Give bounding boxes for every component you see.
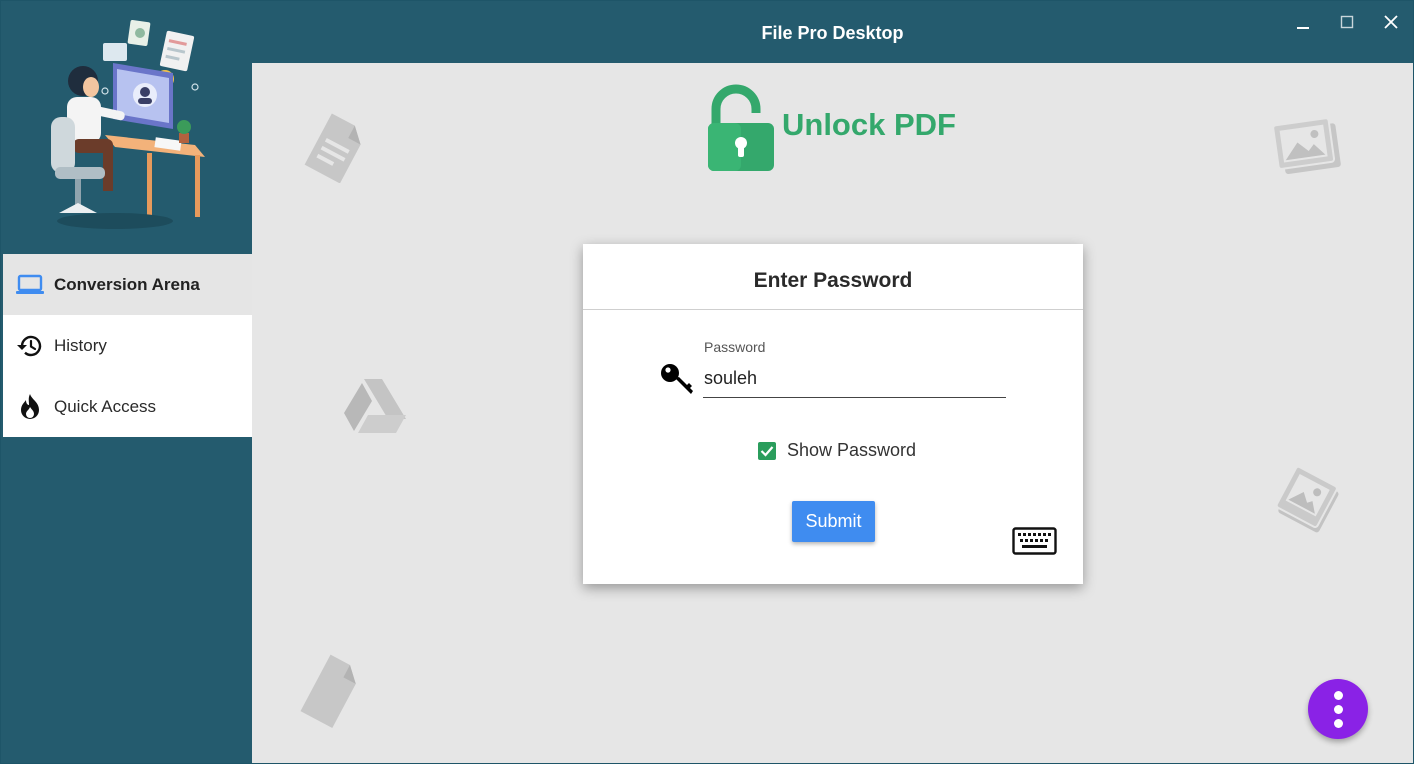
image-background-icon [1272, 117, 1341, 174]
maximize-icon [1340, 15, 1354, 29]
password-label: Password [704, 339, 766, 355]
close-icon [1384, 15, 1398, 29]
submit-button[interactable]: Submit [792, 501, 875, 542]
sidebar-item-label: History [54, 336, 107, 355]
keyboard-icon[interactable] [1012, 527, 1057, 555]
flame-icon [15, 393, 45, 421]
show-password-checkbox[interactable] [758, 441, 776, 460]
workspace-illustration [51, 19, 205, 229]
key-icon [661, 364, 693, 394]
sidebar: Conversion Arena History Quick Access [1, 1, 252, 763]
laptop-icon [15, 271, 45, 299]
page-heading: Unlock PDF [782, 107, 956, 142]
window-title: File Pro Desktop [761, 23, 904, 43]
main-content: Unlock PDF Enter Password Password Show … [252, 63, 1413, 763]
minimize-button[interactable] [1283, 7, 1323, 37]
more-vertical-icon [1333, 690, 1343, 700]
password-input[interactable] [703, 360, 1006, 398]
sidebar-item-label: Quick Access [54, 397, 157, 416]
app-window: Conversion Arena History Quick Access Fi… [0, 0, 1414, 764]
dialog-title: Enter Password [583, 244, 1083, 310]
sidebar-item-quick-access[interactable]: Quick Access [3, 376, 252, 437]
drive-background-icon [344, 379, 406, 433]
close-button[interactable] [1371, 7, 1411, 37]
show-password-toggle[interactable]: Show Password [758, 440, 916, 461]
unlock-padlock-icon [708, 84, 774, 171]
gallery-background-icon [1275, 465, 1339, 533]
document-background-icon [304, 113, 361, 183]
show-password-label: Show Password [787, 440, 917, 460]
more-options-button[interactable] [1308, 679, 1368, 739]
minimize-icon [1297, 27, 1309, 29]
title-bar[interactable]: File Pro Desktop [252, 1, 1413, 63]
file-background-icon [300, 654, 356, 729]
maximize-button[interactable] [1327, 7, 1367, 37]
sidebar-item-label: Conversion Arena [54, 275, 200, 294]
sidebar-item-conversion-arena[interactable]: Conversion Arena [3, 254, 252, 315]
check-icon [760, 445, 774, 457]
password-dialog: Enter Password Password Show Password Su… [583, 244, 1083, 584]
history-icon [15, 332, 45, 360]
sidebar-nav: Conversion Arena History Quick Access [3, 254, 252, 437]
sidebar-item-history[interactable]: History [3, 315, 252, 376]
